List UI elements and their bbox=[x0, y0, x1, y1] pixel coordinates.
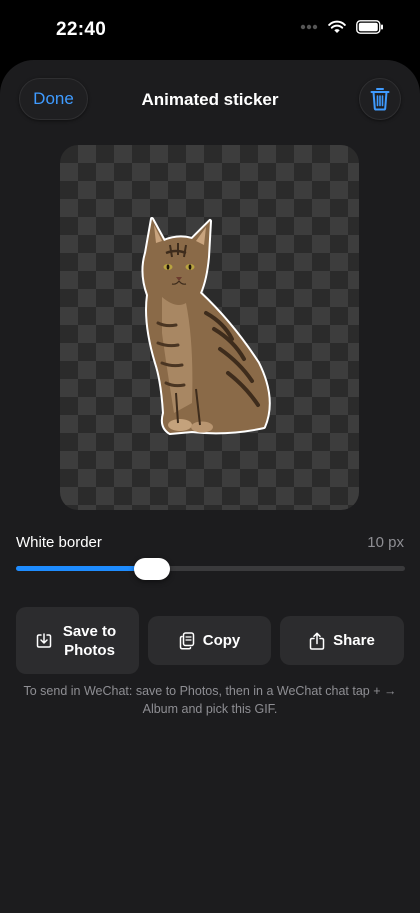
save-label-line1: Save to bbox=[62, 622, 117, 640]
signal-dots-icon bbox=[300, 24, 318, 30]
battery-icon bbox=[356, 20, 384, 34]
wifi-icon bbox=[328, 20, 346, 34]
share-label: Share bbox=[333, 632, 375, 649]
save-to-photos-label: Save to Photos bbox=[60, 622, 120, 660]
trash-icon bbox=[370, 87, 390, 111]
share-icon bbox=[309, 632, 325, 650]
copy-icon bbox=[179, 631, 195, 650]
wechat-hint-text: To send in WeChat: save to Photos, then … bbox=[23, 684, 397, 716]
save-label-line2: Photos bbox=[64, 641, 115, 659]
save-to-photos-button[interactable]: Save to Photos bbox=[16, 607, 139, 674]
slider-fill bbox=[16, 566, 153, 571]
sticker-preview bbox=[60, 145, 359, 510]
white-border-label: White border bbox=[16, 534, 102, 551]
white-border-slider[interactable] bbox=[16, 566, 405, 571]
cat-sticker-image bbox=[141, 217, 271, 435]
share-button[interactable]: Share bbox=[280, 616, 404, 665]
delete-button[interactable] bbox=[359, 78, 401, 120]
status-indicators bbox=[300, 20, 384, 34]
copy-button[interactable]: Copy bbox=[148, 616, 271, 665]
white-border-value: 10 px bbox=[367, 534, 404, 551]
sheet-title: Animated sticker bbox=[141, 90, 279, 109]
slider-thumb[interactable] bbox=[134, 558, 171, 580]
status-bar: 22:40 bbox=[0, 0, 420, 60]
copy-label: Copy bbox=[202, 632, 241, 649]
status-time: 22:40 bbox=[56, 19, 107, 40]
save-to-photos-icon bbox=[36, 632, 52, 649]
